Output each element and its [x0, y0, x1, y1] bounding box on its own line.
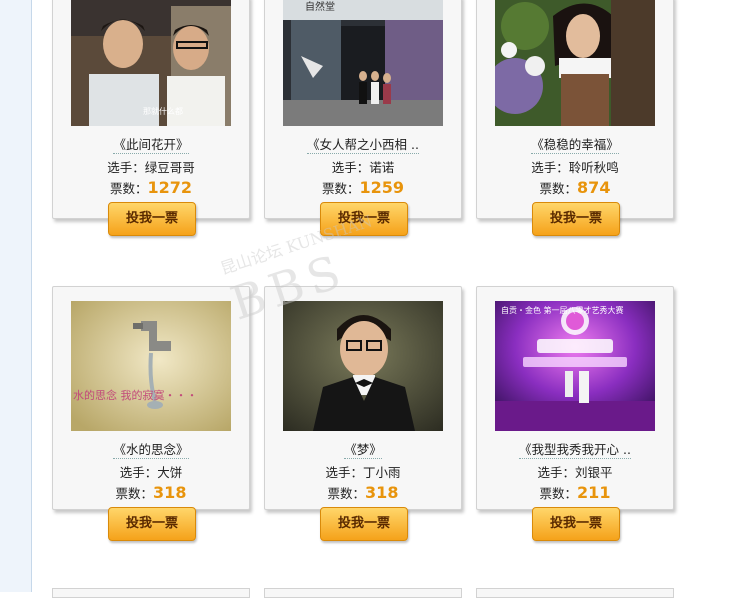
- vote-count: 874: [577, 178, 611, 197]
- entry-card: [476, 588, 674, 598]
- votes-line: 票数：1272: [109, 178, 193, 197]
- player-name: 丁小雨: [363, 465, 401, 480]
- entry-title[interactable]: 《梦》: [265, 439, 461, 459]
- vote-count: 211: [577, 483, 611, 502]
- vote-button[interactable]: 投我一票: [532, 507, 620, 541]
- votes-line: 票数：874: [539, 178, 611, 197]
- player-name: 刘银平: [575, 465, 613, 480]
- votes-line: 票数：1259: [321, 178, 405, 197]
- player-line: 选手：诺诺: [331, 160, 395, 175]
- player-name: 聆听秋鸣: [568, 160, 619, 175]
- player-name: 大饼: [157, 465, 183, 480]
- photo-caption: 水的思念 我的寂寞・・・: [73, 388, 198, 402]
- votes-line: 票数：211: [539, 483, 611, 502]
- entry-photo[interactable]: [283, 301, 443, 431]
- entry-title[interactable]: 《我型我秀我开心 ..: [477, 439, 673, 459]
- entry-card: 自贡・金色 第一届八零才艺秀大赛 《我型我秀我开心 .. 选手：刘银平 票数：2…: [476, 286, 674, 541]
- vote-button[interactable]: 投我一票: [532, 202, 620, 236]
- photo-caption: 自然堂: [305, 0, 335, 13]
- entry-photo[interactable]: 自贡・金色 第一届八零才艺秀大赛: [495, 301, 655, 431]
- entry-title[interactable]: 《稳稳的幸福》: [477, 134, 673, 154]
- player-name: 绿豆哥哥: [144, 160, 195, 175]
- entry-card: [52, 588, 250, 598]
- player-line: 选手：聆听秋鸣: [531, 160, 619, 175]
- entry-photo[interactable]: [495, 0, 655, 126]
- entry-title[interactable]: 《女人帮之小西相 ..: [265, 134, 461, 154]
- vote-button[interactable]: 投我一票: [108, 202, 196, 236]
- votes-line: 票数：318: [327, 483, 399, 502]
- entry-title[interactable]: 《此间花开》: [53, 134, 249, 154]
- player-line: 选手：大饼: [119, 465, 183, 480]
- left-sidebar-strip: [0, 0, 32, 592]
- entry-card: 《梦》 选手：丁小雨 票数：318 投我一票: [264, 286, 462, 541]
- entry-card: [264, 588, 462, 598]
- vote-count: 1259: [359, 178, 405, 197]
- player-line: 选手：绿豆哥哥: [107, 160, 195, 175]
- player-name: 诺诺: [369, 160, 395, 175]
- vote-count: 318: [153, 483, 187, 502]
- entry-card: 水的思念 我的寂寞・・・ 《水的思念》 选手：大饼 票数：318 投我一票: [52, 286, 250, 541]
- photo-caption: 自贡・金色 第一届八零才艺秀大赛: [501, 305, 624, 315]
- entry-card: 《稳稳的幸福》 选手：聆听秋鸣 票数：874 投我一票: [476, 0, 674, 236]
- entry-card: 那就什么都 《此间花开》 选手：绿豆哥哥 票数：1272 投我一票: [52, 0, 250, 236]
- vote-button[interactable]: 投我一票: [320, 507, 408, 541]
- vote-count: 1272: [147, 178, 193, 197]
- entry-card: 自然堂 《女人帮之小西相 .. 选手：诺诺 票数：1259 投我一票: [264, 0, 462, 236]
- player-line: 选手：刘银平: [537, 465, 613, 480]
- entry-photo[interactable]: 自然堂: [283, 0, 443, 126]
- entry-photo[interactable]: 那就什么都: [71, 0, 231, 126]
- vote-button[interactable]: 投我一票: [320, 202, 408, 236]
- entry-photo[interactable]: 水的思念 我的寂寞・・・: [71, 301, 231, 431]
- entry-title[interactable]: 《水的思念》: [53, 439, 249, 459]
- votes-line: 票数：318: [115, 483, 187, 502]
- vote-button[interactable]: 投我一票: [108, 507, 196, 541]
- vote-count: 318: [365, 483, 399, 502]
- photo-caption: 那就什么都: [143, 106, 183, 116]
- player-line: 选手：丁小雨: [325, 465, 401, 480]
